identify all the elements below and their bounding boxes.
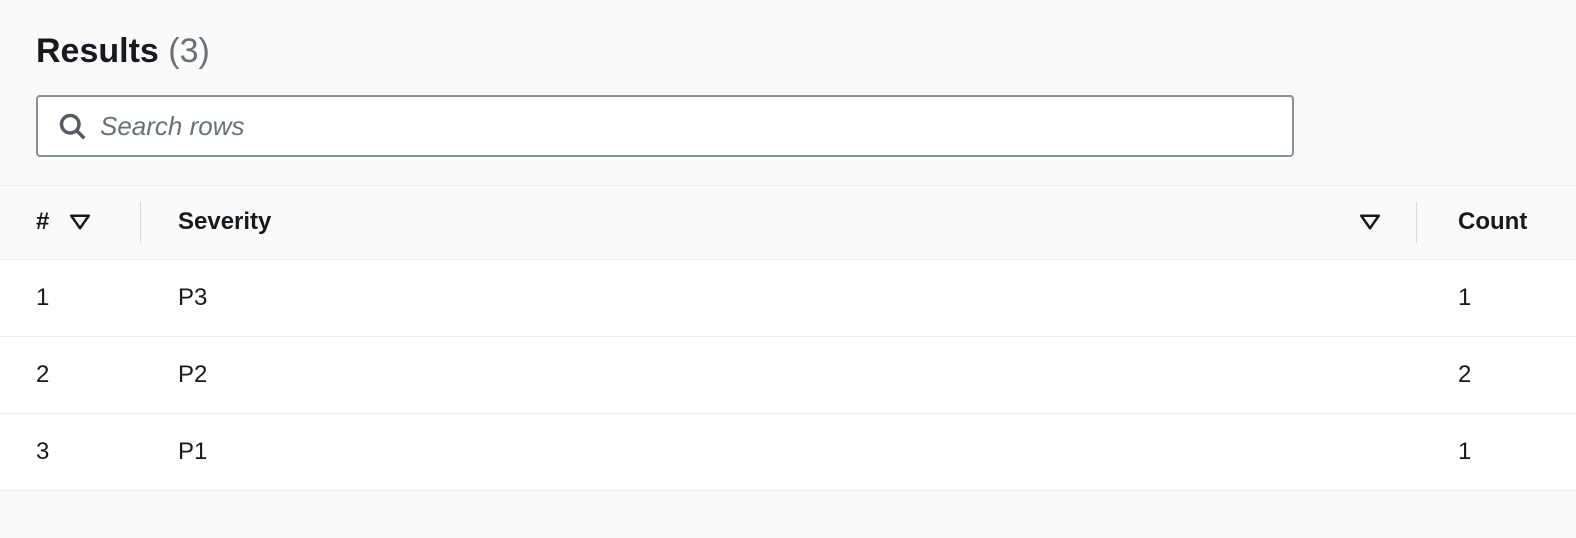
results-panel: Results (3) # bbox=[0, 0, 1576, 491]
results-table: # Severity Count bbox=[0, 185, 1576, 491]
search-box[interactable] bbox=[36, 95, 1294, 157]
cell-count: 2 bbox=[1416, 336, 1576, 413]
column-header-severity-filter[interactable] bbox=[1346, 186, 1416, 260]
cell-index: 3 bbox=[0, 413, 140, 490]
table-row[interactable]: 1 P3 1 bbox=[0, 259, 1576, 336]
column-header-severity-label: Severity bbox=[178, 208, 271, 235]
search-wrapper bbox=[0, 95, 1330, 185]
search-input[interactable] bbox=[100, 111, 1272, 142]
table-row[interactable]: 3 P1 1 bbox=[0, 413, 1576, 490]
results-title-text: Results bbox=[36, 32, 159, 70]
column-header-severity[interactable]: Severity bbox=[140, 186, 1346, 260]
filter-icon[interactable] bbox=[70, 209, 90, 237]
column-header-index[interactable]: # bbox=[0, 186, 140, 260]
cell-count: 1 bbox=[1416, 259, 1576, 336]
table-header: # Severity Count bbox=[0, 186, 1576, 260]
column-header-count-label: Count bbox=[1458, 208, 1527, 235]
filter-icon[interactable] bbox=[1360, 209, 1380, 237]
cell-severity: P1 bbox=[140, 413, 1346, 490]
cell-index: 1 bbox=[0, 259, 140, 336]
table-row[interactable]: 2 P2 2 bbox=[0, 336, 1576, 413]
cell-count: 1 bbox=[1416, 413, 1576, 490]
search-icon bbox=[58, 112, 86, 140]
table-body: 1 P3 1 2 P2 2 3 P1 1 bbox=[0, 259, 1576, 490]
results-count: (3) bbox=[168, 32, 210, 70]
column-header-count[interactable]: Count bbox=[1416, 186, 1576, 260]
results-title: Results (3) bbox=[36, 32, 1540, 71]
cell-severity: P3 bbox=[140, 259, 1346, 336]
results-header: Results (3) bbox=[0, 32, 1576, 95]
column-header-index-label: # bbox=[36, 208, 49, 235]
cell-severity: P2 bbox=[140, 336, 1346, 413]
cell-index: 2 bbox=[0, 336, 140, 413]
